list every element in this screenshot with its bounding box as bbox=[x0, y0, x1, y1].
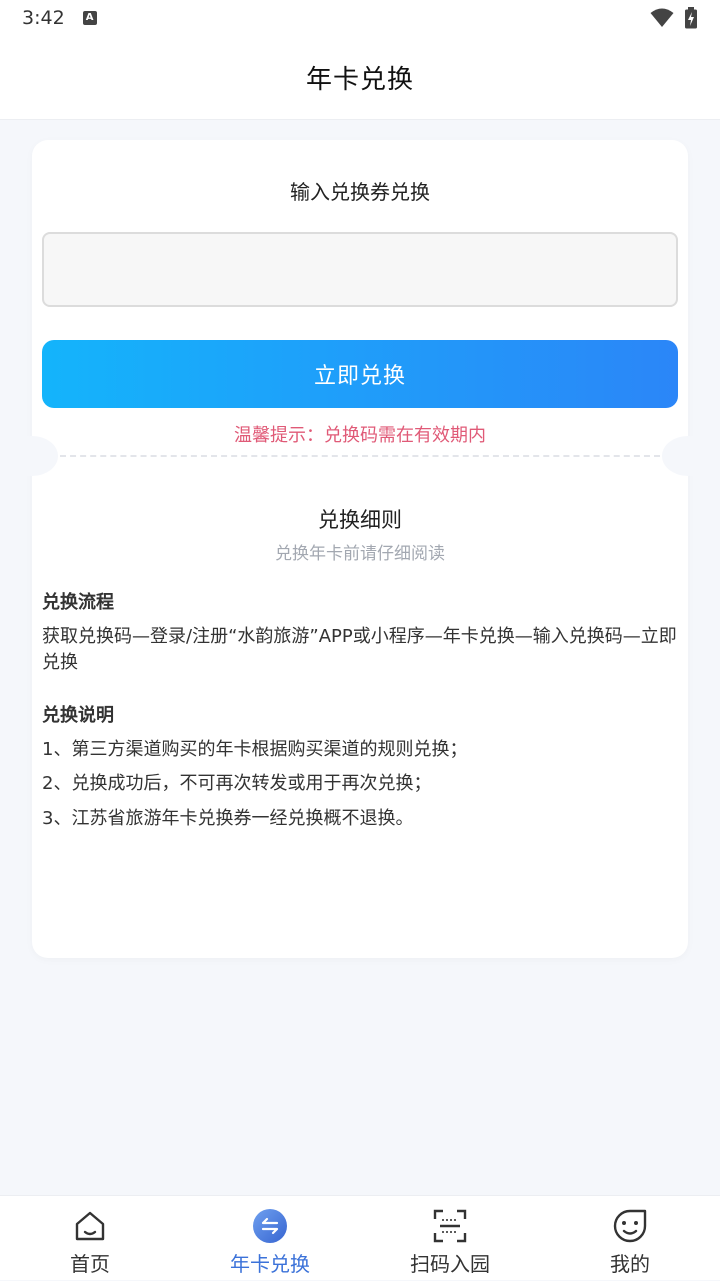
page-title: 年卡兑换 bbox=[305, 65, 414, 95]
tab-scan[interactable]: 扫码入园 bbox=[360, 1196, 540, 1281]
tab-profile-label: 我的 bbox=[610, 1252, 650, 1276]
rules-subtitle: 兑换年卡前请仔细阅读 bbox=[275, 544, 445, 564]
page-header: 年卡兑换 bbox=[0, 36, 720, 120]
note-item: 2、兑换成功后，不可再次转发或用于再次兑换； bbox=[42, 773, 432, 794]
tab-profile[interactable]: 我的 bbox=[540, 1196, 720, 1281]
note-item: 1、第三方渠道购买的年卡根据购买渠道的规则兑换； bbox=[42, 739, 468, 760]
tab-card-exchange[interactable]: 年卡兑换 bbox=[180, 1196, 360, 1281]
wifi-icon bbox=[650, 8, 674, 27]
tab-home-label: 首页 bbox=[70, 1252, 110, 1276]
profile-face-icon bbox=[613, 1209, 647, 1243]
tab-home[interactable]: 首页 bbox=[0, 1196, 180, 1281]
redeem-code-input[interactable] bbox=[42, 232, 678, 307]
note-item: 3、江苏省旅游年卡兑换券一经兑换概不退换。 bbox=[42, 808, 414, 829]
redeem-title: 输入兑换券兑换 bbox=[290, 180, 430, 204]
status-right bbox=[650, 7, 698, 29]
exchange-icon bbox=[253, 1209, 287, 1243]
battery-charging-icon bbox=[685, 7, 697, 29]
ticket-divider bbox=[60, 455, 660, 457]
status-bar: 3:42 A bbox=[0, 0, 720, 36]
rules-title: 兑换细则 bbox=[318, 508, 402, 532]
process-title: 兑换流程 bbox=[42, 592, 114, 613]
tab-scan-label: 扫码入园 bbox=[410, 1252, 490, 1276]
notes-title: 兑换说明 bbox=[42, 705, 114, 726]
redeem-button[interactable]: 立即兑换 bbox=[42, 340, 678, 408]
process-text: 获取兑换码—登录/注册“水韵旅游”APP或小程序—年卡兑换—输入兑换码—立即兑换 bbox=[42, 626, 677, 673]
status-time: 3:42 bbox=[22, 7, 65, 29]
scan-icon bbox=[433, 1209, 467, 1243]
home-icon bbox=[75, 1211, 105, 1241]
redeem-tip: 温馨提示：兑换码需在有效期内 bbox=[234, 425, 486, 446]
tab-card-exchange-label: 年卡兑换 bbox=[230, 1252, 310, 1276]
status-left: 3:42 A bbox=[22, 7, 97, 29]
accessibility-indicator-icon: A bbox=[82, 11, 97, 25]
bottom-tabbar: 首页 年卡兑换 扫码入园 我的 bbox=[0, 1195, 720, 1280]
